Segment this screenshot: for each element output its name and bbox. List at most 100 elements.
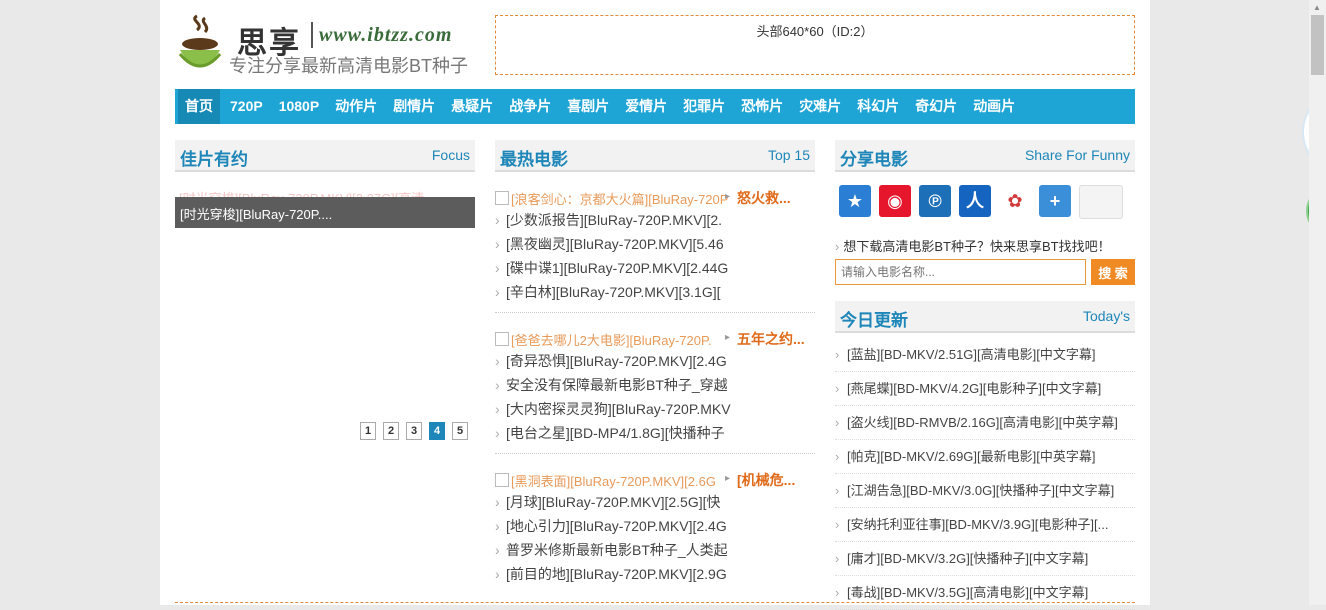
list-item[interactable]: [电台之星][BD-MP4/1.8G][快播种子 [495,421,751,445]
page-scrollbar[interactable]: ▲ [1309,0,1326,605]
hot-group: [浪客剑心：京都大火篇][BluRay-720P ▸ 怒火救... [少数派报告… [495,186,815,304]
more-share-icon[interactable]: + [1039,185,1071,217]
hot-group-thumbnail-alt: [浪客剑心：京都大火篇][BluRay-720P [511,192,729,207]
nav-item-home[interactable]: 首页 [178,89,220,124]
nav-item-romance[interactable]: 爱情片 [619,89,673,124]
focus-slide-caption[interactable]: [时光穿梭][BluRay-720P.... [180,204,332,223]
hot-group-list: [奇异恐惧][BluRay-720P.MKV][2.4G 安全没有保障最新电影B… [495,349,815,445]
scrollbar-thumb[interactable] [1311,15,1324,75]
today-updates-panel: 今日更新 Today's [蓝盐][BD-MKV/2.51G][高清电影][中文… [835,301,1135,610]
hot-group: [爸爸去哪儿2大电影][BluRay-720P. ▸ 五年之约... [奇异恐惧… [495,327,815,445]
hot-group-list: [月球][BluRay-720P.MKV][2.5G][快 [地心引力][Blu… [495,490,815,586]
list-item[interactable]: [安纳托利亚往事][BD-MKV/3.9G][电影种子][... [835,508,1135,542]
list-item[interactable]: [大内密探灵灵狗][BluRay-720P.MKV [495,397,751,421]
logo-divider [311,22,313,48]
kaixin-icon[interactable]: ✿ [999,185,1031,217]
share-panel: 分享电影 Share For Funny ★ ◉ ℗ 人 ✿ + 想下载高清电影… [835,140,1135,610]
nav-item-animation[interactable]: 动画片 [967,89,1021,124]
logo-tagline: 专注分享最新高清电影BT种子 [229,56,468,76]
nav-item-action[interactable]: 动作片 [329,89,383,124]
list-item[interactable]: [蓝盐][BD-MKV/2.51G][高清电影][中文字幕] [835,338,1135,372]
qzone-icon[interactable]: ★ [839,185,871,217]
list-item[interactable]: [地心引力][BluRay-720P.MKV][2.4G [495,514,751,538]
hot-group-headline[interactable]: [机械危... [737,470,817,490]
site-logo[interactable]: 思享 www.ibtzz.com 专注分享最新高清电影BT种子 [175,12,475,78]
pager-page-2[interactable]: 2 [383,422,399,440]
nav-item-crime[interactable]: 犯罪片 [677,89,731,124]
hot-group-headline[interactable]: 怒火救... [737,188,817,208]
nav-item-fantasy[interactable]: 奇幻片 [909,89,963,124]
bottom-ad-border [175,602,1135,603]
nav-item-horror[interactable]: 恐怖片 [735,89,789,124]
list-item[interactable]: [燕尾蝶][BD-MKV/4.2G][电影种子][中文字幕] [835,372,1135,406]
list-item[interactable]: [少数派报告][BluRay-720P.MKV][2. [495,208,751,232]
pager-page-4[interactable]: 4 [429,422,445,440]
logo-url: www.ibtzz.com [319,24,453,46]
divider [495,312,815,313]
hot-movies-subtitle: Top 15 [767,147,810,163]
focus-panel-header: 佳片有约 Focus [175,140,475,172]
list-item[interactable]: [帕克][BD-MKV/2.69G][最新电影][中英字幕] [835,440,1135,474]
scroll-up-icon[interactable]: ▲ [1313,3,1321,12]
search-promo-text: 想下载高清电影BT种子？快来思享BT找找吧！ [835,236,1110,255]
nav-item-disaster[interactable]: 灾难片 [793,89,847,124]
hot-group-thumbnail[interactable]: [浪客剑心：京都大火篇][BluRay-720P [495,189,733,208]
list-item[interactable]: [奇异恐惧][BluRay-720P.MKV][2.4G [495,349,751,373]
pager-page-3[interactable]: 3 [406,422,422,440]
list-item[interactable]: [辛白林][BluRay-720P.MKV][3.1G][ [495,280,751,304]
share-panel-header: 分享电影 Share For Funny [835,140,1135,172]
header-ad-slot[interactable]: 头部640*60（ID:2） [495,15,1135,75]
nav-item-suspense[interactable]: 悬疑片 [445,89,499,124]
broken-image-icon [495,332,509,346]
hot-movies-title: 最热电影 [500,150,568,169]
list-item[interactable]: 安全没有保障最新电影BT种子_穿越 [495,373,751,397]
tea-cup-icon [178,14,222,68]
broken-image-icon [495,191,509,205]
list-item[interactable]: [碟中谍1][BluRay-720P.MKV][2.44G [495,256,751,280]
search-input[interactable] [835,259,1086,285]
list-item[interactable]: [月球][BluRay-720P.MKV][2.5G][快 [495,490,751,514]
hot-group: [黑洞表面][BluRay-720P.MKV][2.6G ▸ [机械危... [… [495,468,815,586]
hot-group-headline[interactable]: 五年之约... [737,329,817,349]
search-button[interactable]: 搜 索 [1091,259,1135,285]
nav-item-720p[interactable]: 720P [224,89,269,124]
pager-page-5[interactable]: 5 [452,422,468,440]
nav-item-scifi[interactable]: 科幻片 [851,89,905,124]
hot-group-header: [黑洞表面][BluRay-720P.MKV][2.6G ▸ [机械危... [495,468,815,490]
share-placeholder [1079,185,1123,219]
tencent-weibo-icon[interactable]: ℗ [919,185,951,217]
arrow-right-icon: ▸ [725,473,731,484]
nav-item-war[interactable]: 战争片 [503,89,557,124]
focus-slide[interactable]: [时光穿梭][BluRay-720P.MKV][2.27G][高清 [时光穿梭]… [175,186,475,228]
hot-group-list: [少数派报告][BluRay-720P.MKV][2. [黑夜幽灵][BluRa… [495,208,815,304]
hot-group-thumbnail[interactable]: [黑洞表面][BluRay-720P.MKV][2.6G [495,471,733,490]
list-item[interactable]: 普罗米修斯最新电影BT种子_人类起 [495,538,751,562]
header-ad-label: 头部640*60（ID:2） [756,24,874,39]
focus-pager: 1 2 3 4 5 [360,422,475,440]
today-updates-title: 今日更新 [840,311,908,330]
nav-item-1080p[interactable]: 1080P [273,89,325,124]
list-item[interactable]: [庸才][BD-MKV/3.2G][快播种子][中文字幕] [835,542,1135,576]
renren-icon[interactable]: 人 [959,185,991,217]
hot-group-header: [爸爸去哪儿2大电影][BluRay-720P. ▸ 五年之约... [495,327,815,349]
share-panel-title: 分享电影 [840,150,908,169]
hot-group-thumbnail-alt: [黑洞表面][BluRay-720P.MKV][2.6G [511,474,716,489]
arrow-right-icon: ▸ [725,332,731,343]
divider [495,453,815,454]
hot-group-thumbnail[interactable]: [爸爸去哪儿2大电影][BluRay-720P. [495,330,733,349]
nav-item-drama[interactable]: 剧情片 [387,89,441,124]
focus-panel: 佳片有约 Focus [时光穿梭][BluRay-720P.MKV][2.27G… [175,140,475,440]
list-item[interactable]: [前目的地][BluRay-720P.MKV][2.9G [495,562,751,586]
today-updates-list: [蓝盐][BD-MKV/2.51G][高清电影][中文字幕] [燕尾蝶][BD-… [835,338,1135,610]
hot-movies-header: 最热电影 Top 15 [495,140,815,172]
page-container: 思享 www.ibtzz.com 专注分享最新高清电影BT种子 头部640*60… [160,0,1150,610]
list-item[interactable]: [黑夜幽灵][BluRay-720P.MKV][5.46 [495,232,751,256]
hot-group-header: [浪客剑心：京都大火篇][BluRay-720P ▸ 怒火救... [495,186,815,208]
focus-slide-caption-bar[interactable]: [时光穿梭][BluRay-720P.... [175,197,475,228]
nav-item-comedy[interactable]: 喜剧片 [561,89,615,124]
pager-page-1[interactable]: 1 [360,422,376,440]
list-item[interactable]: [江湖告急][BD-MKV/3.0G][快播种子][中文字幕] [835,474,1135,508]
list-item[interactable]: [盗火线][BD-RMVB/2.16G][高清电影][中英字幕] [835,406,1135,440]
weibo-icon[interactable]: ◉ [879,185,911,217]
broken-image-icon [495,473,509,487]
